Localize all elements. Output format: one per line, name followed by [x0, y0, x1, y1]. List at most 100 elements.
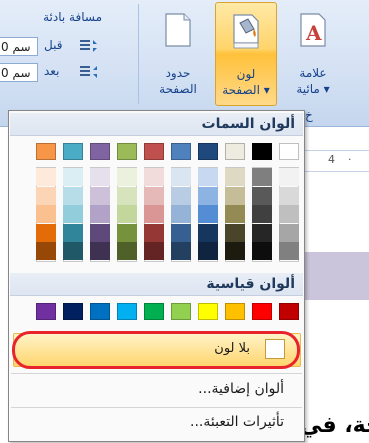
theme-color-shade[interactable]	[117, 168, 137, 186]
theme-color-shade[interactable]	[90, 223, 110, 242]
theme-color-shade[interactable]	[198, 242, 218, 261]
theme-color-shade[interactable]	[171, 186, 191, 205]
theme-color-shade[interactable]	[144, 242, 164, 261]
standard-colors-header: ألوان قياسية	[10, 273, 303, 296]
theme-color-swatch[interactable]	[90, 143, 110, 160]
theme-color-shade[interactable]	[279, 186, 299, 205]
spacing-after-input[interactable]: 0 سم	[0, 63, 38, 82]
standard-color-swatch[interactable]	[63, 303, 83, 320]
page-borders-label-1: حدود	[165, 66, 191, 80]
theme-color-shade[interactable]	[36, 205, 56, 224]
ruler-mark: ·	[348, 153, 352, 166]
theme-color-shade[interactable]	[117, 223, 137, 242]
theme-color-shade[interactable]	[117, 205, 137, 224]
theme-color-swatch[interactable]	[225, 143, 245, 160]
more-colors-item[interactable]: ألوان إضافية...	[198, 381, 284, 397]
highlight-annotation-ring	[12, 331, 300, 369]
theme-color-shade[interactable]	[63, 205, 83, 224]
standard-color-swatch[interactable]	[171, 303, 191, 320]
watermark-icon: A	[298, 12, 328, 48]
theme-color-shade[interactable]	[198, 168, 218, 186]
theme-color-shade[interactable]	[279, 242, 299, 261]
theme-color-shade[interactable]	[225, 186, 245, 205]
standard-color-swatch[interactable]	[117, 303, 137, 320]
watermark-label-1: علامة	[299, 66, 327, 80]
theme-color-swatch[interactable]	[36, 143, 56, 160]
theme-color-shade[interactable]	[198, 186, 218, 205]
standard-color-swatch[interactable]	[279, 303, 299, 320]
theme-color-shade[interactable]	[63, 186, 83, 205]
document-shaded-block	[300, 252, 369, 300]
theme-color-shade[interactable]	[252, 242, 272, 261]
indent-group-label: مسافة بادئة	[43, 10, 102, 24]
page-color-label-1: لون	[236, 67, 256, 81]
theme-color-shade[interactable]	[36, 168, 56, 186]
menu-separator	[11, 407, 302, 408]
theme-color-shade[interactable]	[171, 223, 191, 242]
theme-color-shade[interactable]	[90, 205, 110, 224]
theme-color-swatch[interactable]	[171, 143, 191, 160]
theme-color-shade[interactable]	[36, 242, 56, 261]
spacing-before-label: قبل	[44, 38, 63, 52]
page-color-label-2: الصفحة ▾	[222, 83, 270, 97]
theme-color-shade[interactable]	[225, 168, 245, 186]
standard-color-swatch[interactable]	[144, 303, 164, 320]
theme-color-shade[interactable]	[252, 205, 272, 224]
page-color-icon	[231, 13, 261, 49]
theme-color-shade[interactable]	[198, 223, 218, 242]
theme-color-shade[interactable]	[36, 186, 56, 205]
theme-color-shade[interactable]	[252, 186, 272, 205]
theme-color-shade[interactable]	[171, 205, 191, 224]
theme-color-shade[interactable]	[252, 223, 272, 242]
theme-color-swatch[interactable]	[117, 143, 137, 160]
standard-color-swatch[interactable]	[225, 303, 245, 320]
theme-color-swatch[interactable]	[63, 143, 83, 160]
theme-color-shade[interactable]	[144, 186, 164, 205]
theme-color-shade[interactable]	[63, 168, 83, 186]
standard-color-swatch[interactable]	[198, 303, 218, 320]
page-color-dropdown: ألوان السمات ألوان قياسية بلا لون ألوان …	[8, 110, 305, 442]
standard-color-swatch[interactable]	[252, 303, 272, 320]
theme-color-shade[interactable]	[90, 242, 110, 261]
page-borders-button[interactable]: حدود الصفحة	[148, 2, 208, 104]
ribbon: مسافة بادئة 0 سم قبل 0 سم بعد حدود الصفح…	[0, 0, 369, 127]
theme-color-shade[interactable]	[225, 242, 245, 261]
theme-color-shade[interactable]	[279, 223, 299, 242]
theme-colors-header: ألوان السمات	[10, 113, 303, 136]
theme-color-swatch[interactable]	[198, 143, 218, 160]
spacing-after-row: 0 سم بعد	[0, 62, 130, 84]
theme-color-shade[interactable]	[225, 205, 245, 224]
spacing-before-row: 0 سم قبل	[0, 36, 130, 58]
theme-color-shade[interactable]	[36, 223, 56, 242]
theme-color-shade[interactable]	[63, 223, 83, 242]
standard-color-swatch[interactable]	[36, 303, 56, 320]
theme-color-shade[interactable]	[90, 186, 110, 205]
theme-color-shade[interactable]	[117, 186, 137, 205]
theme-color-swatch[interactable]	[279, 143, 299, 160]
theme-color-shade[interactable]	[144, 205, 164, 224]
theme-color-shade[interactable]	[171, 168, 191, 186]
theme-color-swatch[interactable]	[252, 143, 272, 160]
theme-color-shade[interactable]	[90, 168, 110, 186]
theme-color-shade[interactable]	[279, 205, 299, 224]
fill-effects-item[interactable]: تأثيرات التعبئة...	[190, 414, 284, 430]
watermark-button[interactable]: A علامة مائية ▾	[283, 2, 343, 104]
spacing-before-input[interactable]: 0 سم	[0, 37, 38, 56]
document-text: حة، في	[300, 413, 369, 438]
theme-color-shade[interactable]	[144, 223, 164, 242]
spacing-before-icon	[80, 38, 97, 52]
theme-color-shade[interactable]	[279, 168, 299, 186]
ribbon-group-divider	[138, 4, 139, 104]
theme-color-shade[interactable]	[225, 223, 245, 242]
collapsed-group-label: خ	[305, 108, 313, 122]
page-borders-label-2: الصفحة	[159, 82, 197, 96]
theme-color-shade[interactable]	[252, 168, 272, 186]
page-color-button[interactable]: لون الصفحة ▾	[215, 2, 277, 106]
theme-color-shade[interactable]	[117, 242, 137, 261]
theme-color-shade[interactable]	[144, 168, 164, 186]
theme-color-shade[interactable]	[171, 242, 191, 261]
theme-color-shade[interactable]	[198, 205, 218, 224]
standard-color-swatch[interactable]	[90, 303, 110, 320]
theme-color-shade[interactable]	[63, 242, 83, 261]
theme-color-swatch[interactable]	[144, 143, 164, 160]
